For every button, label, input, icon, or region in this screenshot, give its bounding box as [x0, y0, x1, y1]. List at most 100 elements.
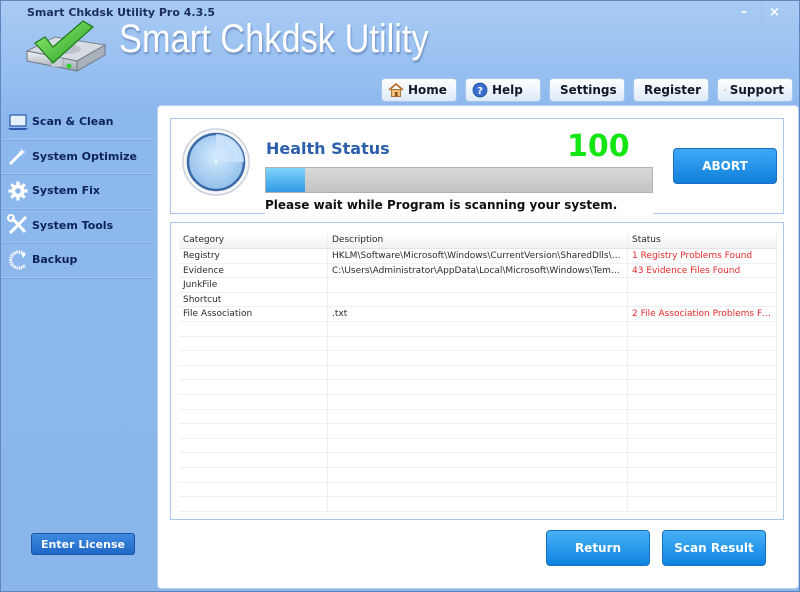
description-cell: [328, 467, 628, 482]
description-cell: [328, 380, 628, 394]
table-row-empty: [179, 394, 777, 410]
category-cell: [179, 497, 328, 511]
category-cell: JunkFile: [179, 278, 328, 292]
table-row-empty: [179, 482, 777, 498]
column-header-status[interactable]: Status: [628, 233, 777, 248]
description-cell: [328, 482, 628, 497]
category-cell: [179, 453, 328, 467]
table-row-empty: [179, 497, 777, 512]
category-cell: [179, 351, 328, 365]
category-cell: [179, 321, 328, 336]
category-cell: [179, 424, 328, 438]
status-cell: [628, 336, 777, 351]
table-row[interactable]: JunkFile: [179, 278, 777, 293]
top-navigation: Home ? Help Settings Register Support: [381, 78, 793, 102]
status-cell: [628, 321, 777, 336]
table-row[interactable]: Shortcut: [179, 292, 777, 308]
settings-label: Settings: [560, 83, 617, 97]
table-row-empty: [179, 467, 777, 483]
category-cell: File Association: [179, 307, 328, 321]
table-row-empty: [179, 424, 777, 439]
table-row-empty: [179, 321, 777, 337]
table-row-empty: [179, 380, 777, 395]
table-row-empty: [179, 365, 777, 381]
status-cell: 2 File Association Problems Found: [628, 307, 777, 321]
category-cell: [179, 409, 328, 424]
category-cell: Shortcut: [179, 292, 328, 307]
status-cell: [628, 278, 777, 292]
scan-result-button[interactable]: Scan Result: [662, 530, 766, 566]
app-window: Smart Chkdsk Utility Pro 4.3.5 – × Smart…: [0, 0, 800, 592]
category-cell: [179, 467, 328, 482]
status-cell: [628, 365, 777, 380]
description-cell: [328, 365, 628, 380]
description-cell: HKLM\Software\Microsoft\Windows\CurrentV…: [328, 249, 628, 263]
sidebar-item-label: Scan & Clean: [32, 115, 114, 129]
status-cell: [628, 438, 777, 453]
status-cell: [628, 467, 777, 482]
return-button[interactable]: Return: [546, 530, 650, 566]
description-cell: [328, 438, 628, 453]
status-cell: [628, 351, 777, 365]
status-cell: [628, 424, 777, 438]
enter-license-button[interactable]: Enter License: [31, 533, 135, 555]
category-cell: [179, 394, 328, 409]
gear-icon: [8, 181, 28, 201]
status-cell: [628, 394, 777, 409]
help-circle-icon: ?: [472, 82, 488, 98]
help-button[interactable]: ? Help: [465, 78, 541, 102]
table-row-empty: [179, 351, 777, 366]
health-score: 100: [567, 129, 630, 164]
table-row[interactable]: Evidence C:\Users\Administrator\AppData\L…: [179, 263, 777, 279]
category-cell: [179, 380, 328, 394]
results-grid: Category Description Status Registry HKLM…: [179, 233, 777, 512]
scan-progress-bar: [265, 167, 653, 193]
register-button[interactable]: Register: [633, 78, 709, 102]
home-label: Home: [408, 83, 447, 97]
support-label: Support: [729, 83, 784, 97]
settings-button[interactable]: Settings: [549, 78, 625, 102]
minimize-button[interactable]: –: [731, 1, 757, 23]
sidebar-item-system-fix[interactable]: System Fix: [1, 174, 153, 209]
description-cell: [328, 409, 628, 424]
table-row-empty: [179, 336, 777, 352]
magic-wand-icon: [8, 148, 26, 166]
column-header-description[interactable]: Description: [328, 233, 628, 248]
table-row[interactable]: Registry HKLM\Software\Microsoft\Windows\…: [179, 249, 777, 264]
status-cell: [628, 409, 777, 424]
description-cell: [328, 424, 628, 438]
description-cell: [328, 351, 628, 365]
scan-results-table: Category Description Status Registry HKLM…: [170, 222, 784, 520]
sidebar-item-backup[interactable]: Backup: [1, 243, 153, 278]
sidebar-item-scan-clean[interactable]: Scan & Clean: [1, 105, 153, 140]
close-button[interactable]: ×: [761, 1, 787, 23]
table-header-row: Category Description Status: [179, 233, 777, 249]
table-row[interactable]: File Association .txt 2 File Association P…: [179, 307, 777, 322]
category-cell: [179, 482, 328, 497]
sidebar-item-system-optimize[interactable]: System Optimize: [1, 140, 153, 174]
category-cell: [179, 365, 328, 380]
sidebar-item-system-tools[interactable]: System Tools: [1, 209, 153, 243]
home-button[interactable]: Home: [381, 78, 457, 102]
description-cell: .txt: [328, 307, 628, 321]
backup-icon: [9, 250, 27, 270]
sidebar-item-label: System Tools: [32, 218, 114, 232]
description-cell: C:\Users\Administrator\AppData\Local\Mic…: [328, 263, 628, 278]
status-cell: [628, 482, 777, 497]
abort-button[interactable]: ABORT: [673, 148, 777, 184]
main-panel: Health Status 100 Please wait while Prog…: [157, 105, 799, 589]
description-cell: [328, 497, 628, 511]
status-cell: [628, 453, 777, 467]
sidebar-item-label: System Fix: [32, 184, 101, 198]
column-header-category[interactable]: Category: [179, 233, 328, 248]
lifebuoy-icon: [724, 89, 726, 91]
description-cell: [328, 394, 628, 409]
support-button[interactable]: Support: [717, 78, 793, 102]
svg-text:?: ?: [477, 86, 483, 97]
description-cell: [328, 336, 628, 351]
description-cell: [328, 292, 628, 307]
hard-drive-checkmark-icon: [25, 20, 107, 72]
status-cell: 43 Evidence Files Found: [628, 263, 777, 278]
radar-gauge-icon: [182, 128, 250, 196]
status-cell: [628, 292, 777, 307]
